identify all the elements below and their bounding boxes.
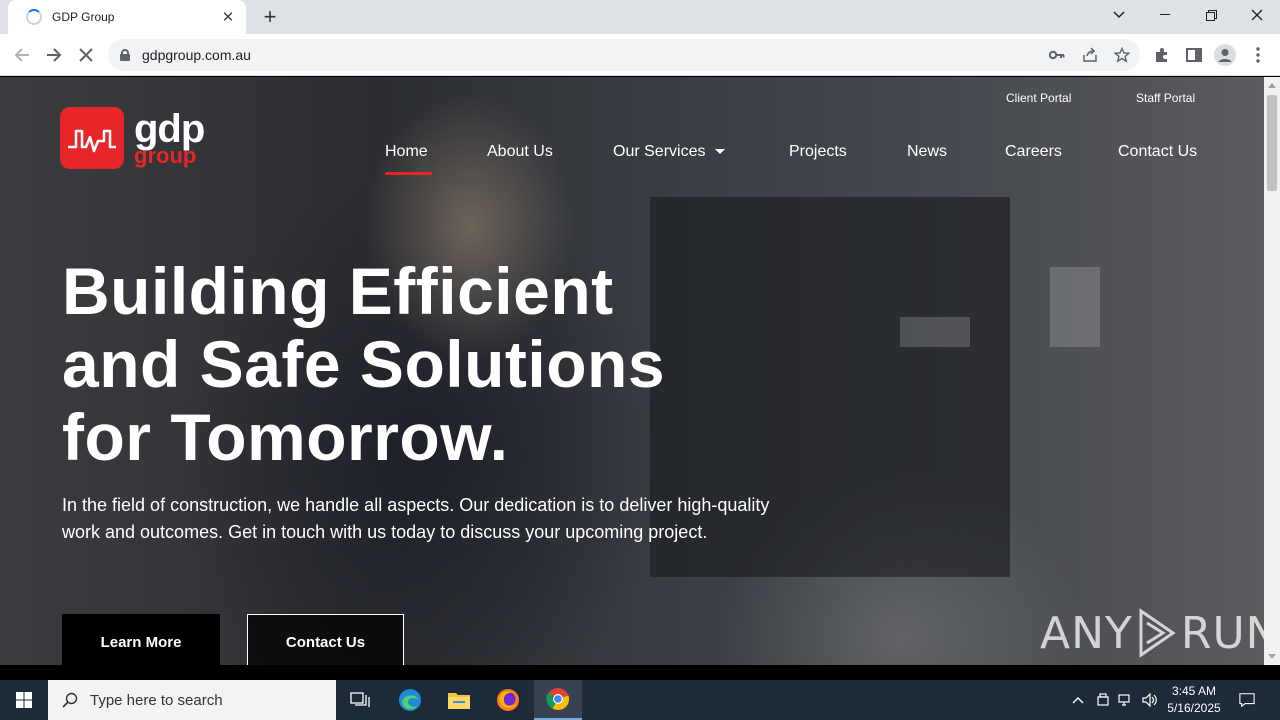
notifications-icon[interactable] bbox=[1239, 692, 1255, 708]
taskbar-search-box[interactable]: Type here to search bbox=[48, 680, 336, 720]
url-text[interactable]: gdpgroup.com.au bbox=[142, 47, 251, 63]
scrollbar-thumb[interactable] bbox=[1267, 95, 1277, 191]
browser-menu-icon[interactable] bbox=[1246, 43, 1270, 67]
start-button[interactable] bbox=[0, 680, 48, 720]
loading-spinner-icon bbox=[26, 9, 42, 25]
browser-tab[interactable]: GDP Group ✕ bbox=[8, 0, 246, 34]
system-clock[interactable]: 3:45 AM 5/16/2025 bbox=[1166, 683, 1222, 717]
tray-overflow-chevron-icon[interactable] bbox=[1070, 692, 1086, 708]
task-view-icon bbox=[350, 692, 370, 707]
search-placeholder: Type here to search bbox=[90, 691, 223, 709]
hero-background-light bbox=[1050, 267, 1100, 347]
page-viewport: gdp group Client Portal Staff Portal Hom… bbox=[0, 77, 1264, 665]
taskbar-chrome[interactable] bbox=[534, 680, 582, 720]
close-tab-icon[interactable]: ✕ bbox=[218, 7, 238, 27]
learn-more-button[interactable]: Learn More bbox=[62, 614, 220, 665]
tab-strip: GDP Group ✕ + bbox=[0, 0, 1280, 34]
contact-us-button[interactable]: Contact Us bbox=[247, 614, 404, 665]
side-panel-icon[interactable] bbox=[1182, 43, 1206, 67]
taskbar-firefox[interactable] bbox=[484, 680, 532, 720]
staff-portal-link[interactable]: Staff Portal bbox=[1136, 91, 1195, 105]
profile-avatar[interactable] bbox=[1213, 43, 1237, 67]
key-icon[interactable] bbox=[1048, 46, 1066, 64]
hero-headline-line: and Safe Solutions bbox=[62, 327, 666, 401]
hero-headline: Building Efficient and Safe Solutions fo… bbox=[62, 255, 782, 474]
stop-loading-button[interactable] bbox=[74, 43, 98, 67]
hero-description: In the field of construction, we handle … bbox=[62, 495, 770, 542]
nav-news[interactable]: News bbox=[907, 143, 947, 161]
volume-icon[interactable] bbox=[1142, 692, 1158, 708]
lock-icon[interactable] bbox=[120, 49, 130, 61]
scroll-down-arrow-icon[interactable] bbox=[1268, 654, 1276, 659]
share-icon[interactable] bbox=[1081, 46, 1099, 64]
windows-logo-icon bbox=[16, 692, 32, 708]
scroll-up-arrow-icon[interactable] bbox=[1268, 83, 1276, 88]
minimize-button[interactable] bbox=[1142, 0, 1188, 30]
play-logo-icon bbox=[1139, 608, 1176, 658]
nav-home[interactable]: Home bbox=[385, 143, 428, 161]
forward-button[interactable] bbox=[42, 43, 66, 67]
nav-careers[interactable]: Careers bbox=[1005, 143, 1062, 161]
network-icon[interactable] bbox=[1118, 692, 1134, 708]
nav-active-indicator bbox=[385, 172, 432, 175]
browser-toolbar: gdpgroup.com.au bbox=[0, 34, 1280, 76]
back-button[interactable] bbox=[10, 43, 34, 67]
watermark-text-left: ANY bbox=[1040, 607, 1133, 659]
page-scrollbar[interactable] bbox=[1264, 77, 1280, 665]
windows-taskbar: Type here to search 3:45 AM 5/16/2025 bbox=[0, 680, 1280, 720]
dropdown-caret-icon bbox=[715, 149, 726, 155]
anyrun-watermark: ANY RUN bbox=[1040, 607, 1264, 659]
tab-search-icon[interactable] bbox=[1096, 0, 1142, 30]
nav-contact-us[interactable]: Contact Us bbox=[1118, 143, 1197, 161]
address-bar[interactable]: gdpgroup.com.au bbox=[108, 39, 1140, 71]
new-tab-button[interactable]: + bbox=[258, 4, 282, 29]
meet-now-icon[interactable] bbox=[1095, 692, 1111, 708]
client-portal-link[interactable]: Client Portal bbox=[1006, 91, 1071, 105]
watermark-text-right: RUN bbox=[1180, 607, 1264, 659]
clock-date: 5/16/2025 bbox=[1167, 701, 1221, 715]
nav-projects[interactable]: Projects bbox=[789, 143, 847, 161]
edge-icon bbox=[399, 689, 421, 711]
taskbar-edge[interactable] bbox=[386, 680, 434, 720]
logo-subtitle: group bbox=[134, 143, 197, 168]
hero-headline-line: for Tomorrow. bbox=[62, 400, 509, 474]
nav-about-us[interactable]: About Us bbox=[487, 143, 553, 161]
clock-time: 3:45 AM bbox=[1171, 684, 1217, 698]
firefox-icon bbox=[497, 689, 519, 711]
hero-headline-line: Building Efficient bbox=[62, 254, 614, 328]
search-icon bbox=[62, 692, 78, 708]
restore-button[interactable] bbox=[1188, 0, 1234, 30]
task-view-button[interactable] bbox=[336, 680, 384, 720]
extensions-icon[interactable] bbox=[1150, 43, 1174, 67]
hero-background-light bbox=[900, 317, 970, 347]
logo-mark-icon bbox=[60, 107, 124, 169]
folder-icon bbox=[448, 693, 470, 709]
close-window-button[interactable] bbox=[1234, 0, 1280, 30]
nav-our-services-label: Our Services bbox=[613, 143, 706, 160]
tab-title: GDP Group bbox=[52, 10, 115, 24]
bookmark-star-icon[interactable] bbox=[1113, 46, 1131, 64]
nav-our-services[interactable]: Our Services bbox=[613, 143, 726, 161]
site-logo[interactable]: gdp group bbox=[60, 107, 205, 169]
taskbar-file-explorer[interactable] bbox=[435, 680, 483, 720]
chrome-icon bbox=[546, 688, 570, 711]
